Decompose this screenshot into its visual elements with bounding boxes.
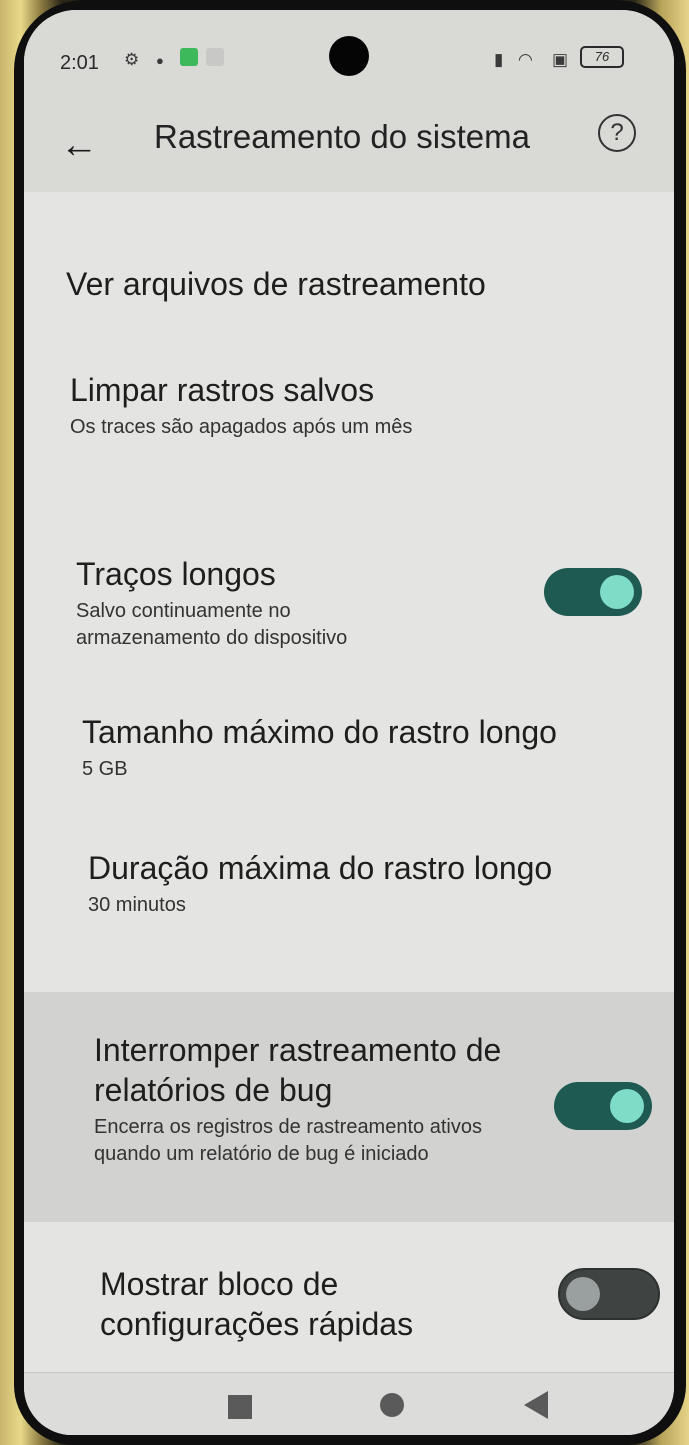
pref-summary: 5 GB bbox=[82, 758, 128, 780]
pref-show-quick-settings-tile[interactable]: Mostrar bloco de configurações rápidas bbox=[100, 1264, 520, 1344]
front-camera bbox=[329, 36, 369, 76]
help-circle-icon[interactable]: ? bbox=[598, 114, 636, 152]
pref-title: Duração máxima do rastro longo bbox=[88, 850, 553, 886]
navigation-bar bbox=[24, 1372, 674, 1435]
pref-title: Interromper rastreamento de relatórios d… bbox=[94, 1032, 502, 1108]
status-time: 2:01 bbox=[60, 52, 99, 74]
gear-icon: ⚙ bbox=[124, 50, 140, 69]
pref-title: Limpar rastros salvos bbox=[70, 372, 375, 408]
notification-dot-icon: ● bbox=[156, 53, 164, 68]
pref-summary: 30 minutos bbox=[88, 894, 186, 916]
pref-title: Mostrar bloco de configurações rápidas bbox=[100, 1266, 414, 1342]
pref-title: Tamanho máximo do rastro longo bbox=[82, 714, 557, 750]
stop-on-bug-report-toggle[interactable] bbox=[554, 1082, 652, 1130]
pref-stop-on-bug-report[interactable]: Interromper rastreamento de relatórios d… bbox=[94, 1030, 514, 1168]
pref-max-long-trace-size[interactable]: Tamanho máximo do rastro longo 5 GB bbox=[82, 712, 652, 783]
pref-title: Ver arquivos de rastreamento bbox=[66, 266, 486, 302]
sim-icon: ▣ bbox=[552, 50, 569, 69]
pref-long-traces[interactable]: Traços longos Salvo continuamente no arm… bbox=[76, 554, 396, 652]
long-traces-toggle[interactable] bbox=[544, 568, 642, 616]
pref-clear-saved-traces[interactable]: Limpar rastros salvos Os traces são apag… bbox=[70, 370, 630, 441]
pref-max-long-trace-duration[interactable]: Duração máxima do rastro longo 30 minuto… bbox=[88, 848, 658, 919]
app-notification-icon bbox=[180, 48, 198, 71]
circle-icon[interactable] bbox=[380, 1393, 404, 1417]
app-bar: ← Rastreamento do sistema ? bbox=[24, 100, 674, 192]
square-icon[interactable] bbox=[228, 1395, 252, 1419]
toggle-thumb bbox=[610, 1089, 644, 1123]
wifi-icon: ◠ bbox=[518, 50, 533, 69]
pref-summary: Encerra os registros de rastreamento ati… bbox=[94, 1116, 482, 1165]
preferences-list: Ver arquivos de rastreamento Limpar rast… bbox=[24, 192, 674, 1372]
pref-title: Traços longos bbox=[76, 556, 276, 592]
screen: 2:01 ⚙ ● ▮ ◠ ▣ 76 ← Rastreamento do sist… bbox=[24, 10, 674, 1435]
nfc-icon: ▮ bbox=[494, 50, 504, 69]
phone-body: 2:01 ⚙ ● ▮ ◠ ▣ 76 ← Rastreamento do sist… bbox=[14, 0, 686, 1445]
pref-summary: Salvo continuamente no armazenamento do … bbox=[76, 600, 348, 649]
status-bar: 2:01 ⚙ ● ▮ ◠ ▣ 76 bbox=[24, 10, 674, 100]
battery-icon: 76 bbox=[580, 46, 624, 68]
pref-summary: Os traces são apagados após um mês bbox=[70, 416, 413, 438]
quick-settings-tile-toggle[interactable] bbox=[558, 1268, 660, 1320]
toggle-thumb bbox=[600, 575, 634, 609]
pref-view-trace-files[interactable]: Ver arquivos de rastreamento bbox=[66, 264, 626, 304]
toggle-thumb bbox=[566, 1277, 600, 1311]
triangle-back-icon[interactable] bbox=[524, 1391, 548, 1419]
app-notification-icon bbox=[206, 48, 224, 71]
page-title: Rastreamento do sistema bbox=[154, 118, 531, 155]
arrow-left-icon[interactable]: ← bbox=[54, 120, 104, 170]
